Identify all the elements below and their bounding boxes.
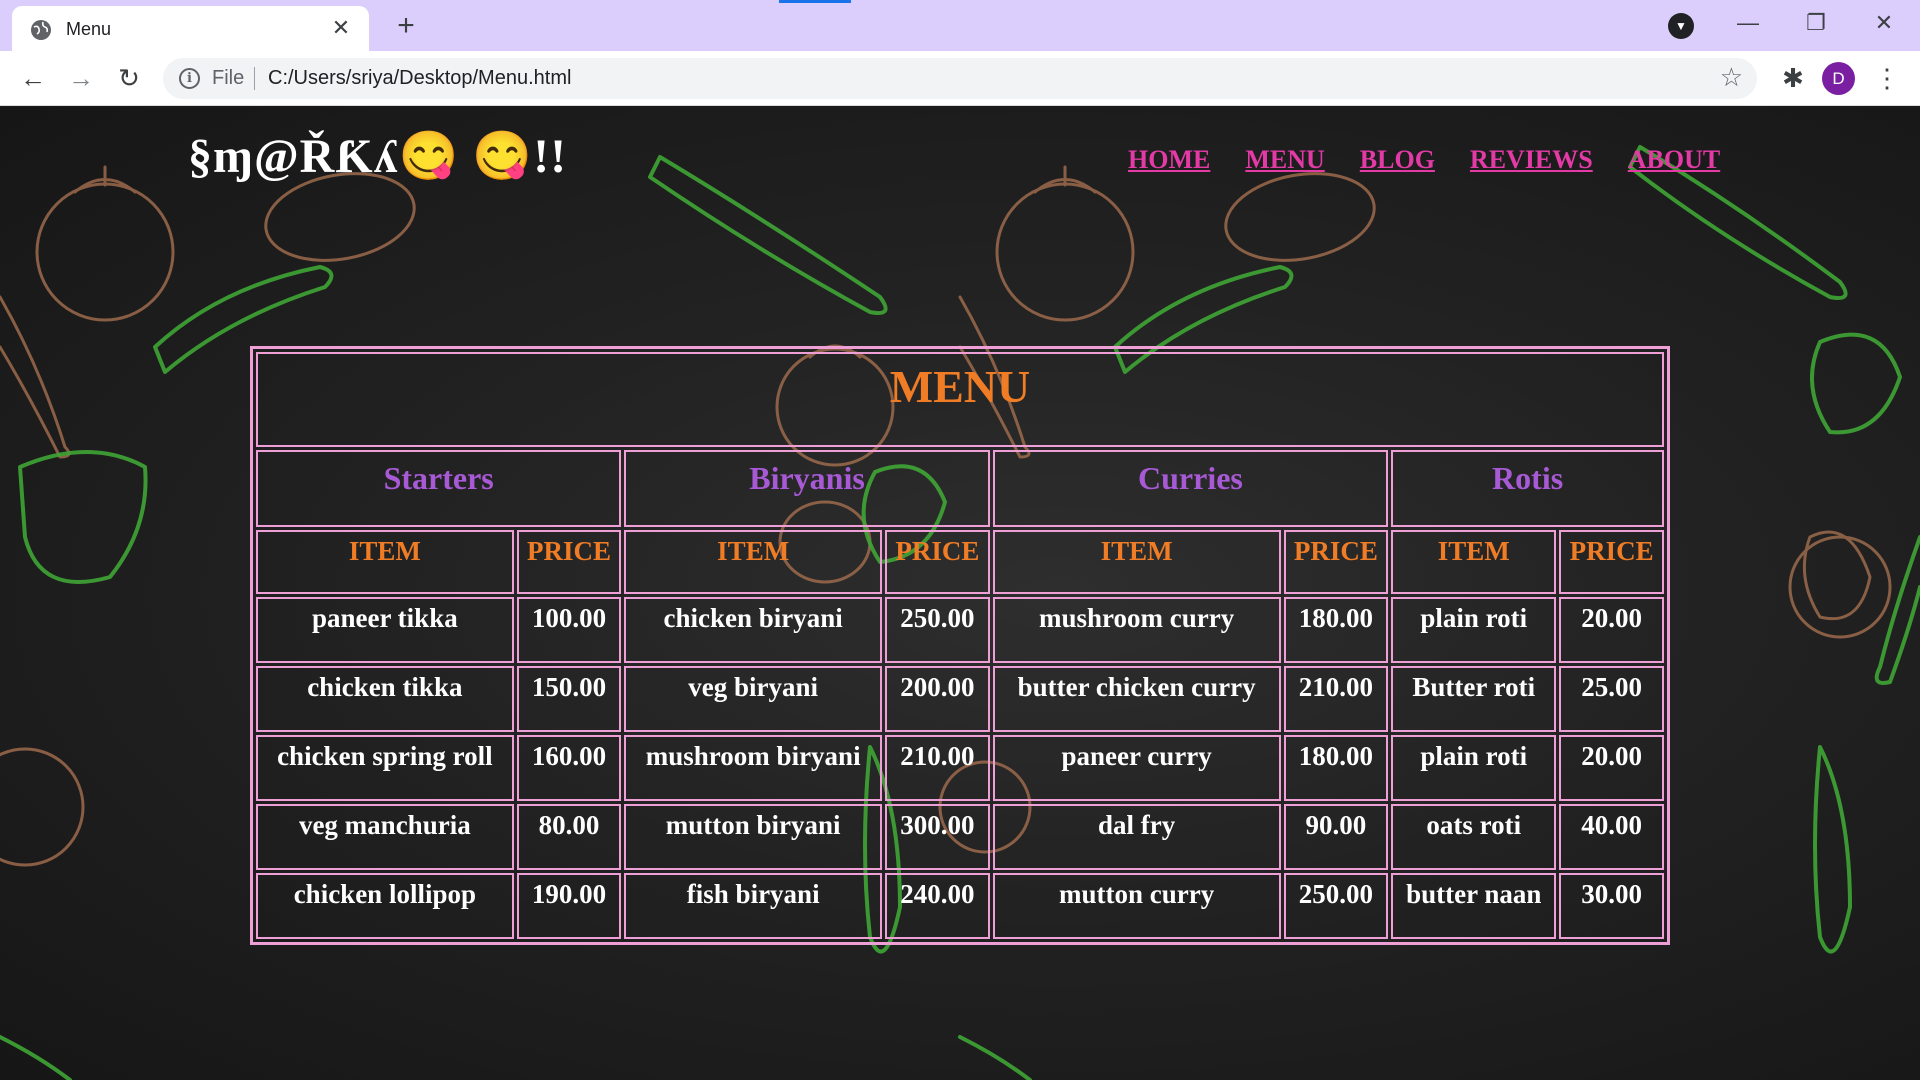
menu-price: 240.00	[885, 873, 990, 939]
back-icon[interactable]: ←	[16, 61, 50, 95]
menu-price: 90.00	[1283, 804, 1389, 870]
globe-icon	[31, 20, 51, 40]
table-row: chicken lollipop 190.00 fish biryani 240…	[256, 873, 1664, 939]
menu-price: 80.00	[516, 804, 622, 870]
item-header: ITEM	[256, 530, 514, 594]
file-label: File	[212, 67, 245, 89]
nav-link-reviews[interactable]: REVIEWS	[1470, 145, 1593, 175]
active-tab[interactable]: Menu ✕	[12, 6, 369, 51]
window-close-icon[interactable]: ✕	[1864, 8, 1904, 40]
forward-icon[interactable]: →	[64, 61, 98, 95]
menu-item: chicken lollipop	[256, 873, 514, 939]
menu-price: 180.00	[1283, 735, 1389, 801]
menu-item: oats roti	[1391, 804, 1557, 870]
table-row: chicken tikka 150.00 veg biryani 200.00 …	[256, 666, 1664, 732]
menu-price: 300.00	[885, 804, 990, 870]
menu-price: 210.00	[1283, 666, 1389, 732]
info-icon[interactable]: i	[179, 68, 200, 89]
menu-item: chicken spring roll	[256, 735, 514, 801]
menu-table: MENU Starters Biryanis Curries Rotis ITE…	[250, 346, 1670, 945]
menu-item: chicken tikka	[256, 666, 514, 732]
price-header: PRICE	[516, 530, 622, 594]
price-header: PRICE	[1559, 530, 1664, 594]
menu-price: 30.00	[1559, 873, 1664, 939]
profile-avatar[interactable]: D	[1822, 62, 1855, 95]
category-rotis: Rotis	[1391, 450, 1664, 527]
table-row: veg manchuria 80.00 mutton biryani 300.0…	[256, 804, 1664, 870]
menu-price: 40.00	[1559, 804, 1664, 870]
menu-item: dal fry	[992, 804, 1281, 870]
menu-price: 100.00	[516, 597, 622, 663]
menu-item: mushroom biryani	[624, 735, 883, 801]
close-tab-icon[interactable]: ✕	[329, 16, 353, 40]
menu-price: 200.00	[885, 666, 990, 732]
category-curries: Curries	[992, 450, 1389, 527]
price-header: PRICE	[1283, 530, 1389, 594]
nav-link-about[interactable]: ABOUT	[1628, 145, 1720, 175]
table-row: chicken spring roll 160.00 mushroom biry…	[256, 735, 1664, 801]
menu-item: fish biryani	[624, 873, 883, 939]
more-menu-icon[interactable]: ⋮	[1874, 61, 1900, 95]
table-row: paneer tikka 100.00 chicken biryani 250.…	[256, 597, 1664, 663]
menu-item: paneer tikka	[256, 597, 514, 663]
menu-item: paneer curry	[992, 735, 1281, 801]
reload-icon[interactable]: ↻	[112, 61, 146, 95]
item-header: ITEM	[992, 530, 1281, 594]
loading-indicator	[779, 0, 851, 3]
item-header: ITEM	[624, 530, 883, 594]
menu-price: 250.00	[885, 597, 990, 663]
tab-search-icon[interactable]: ▼	[1668, 13, 1694, 39]
address-bar[interactable]: i File C:/Users/sriya/Desktop/Menu.html …	[163, 58, 1757, 99]
menu-item: chicken biryani	[624, 597, 883, 663]
menu-item: mushroom curry	[992, 597, 1281, 663]
bookmark-star-icon[interactable]: ☆	[1720, 62, 1743, 93]
menu-item: mutton curry	[992, 873, 1281, 939]
nav-link-blog[interactable]: BLOG	[1360, 145, 1435, 175]
page-viewport: §ɱ@ŘƘʎ😋 😋!! HOME MENU BLOG REVIEWS ABOUT…	[0, 107, 1920, 1080]
menu-price: 25.00	[1559, 666, 1664, 732]
site-nav: HOME MENU BLOG REVIEWS ABOUT	[1128, 145, 1720, 175]
category-starters: Starters	[256, 450, 622, 527]
tab-strip: Menu ✕ + ▼ — ❐ ✕	[0, 0, 1920, 51]
price-header: PRICE	[885, 530, 990, 594]
nav-link-home[interactable]: HOME	[1128, 145, 1210, 175]
divider	[254, 67, 255, 90]
menu-price: 250.00	[1283, 873, 1389, 939]
menu-item: veg biryani	[624, 666, 883, 732]
menu-price: 180.00	[1283, 597, 1389, 663]
menu-price: 20.00	[1559, 597, 1664, 663]
menu-price: 190.00	[516, 873, 622, 939]
menu-item: mutton biryani	[624, 804, 883, 870]
item-header: ITEM	[1391, 530, 1557, 594]
menu-price: 210.00	[885, 735, 990, 801]
menu-title: MENU	[256, 352, 1664, 447]
new-tab-icon[interactable]: +	[390, 11, 422, 44]
menu-item: veg manchuria	[256, 804, 514, 870]
category-biryanis: Biryanis	[624, 450, 990, 527]
nav-link-menu[interactable]: MENU	[1245, 145, 1324, 175]
url-text[interactable]: C:/Users/sriya/Desktop/Menu.html	[268, 67, 571, 90]
menu-item: plain roti	[1391, 597, 1557, 663]
site-logo: §ɱ@ŘƘʎ😋 😋!!	[188, 130, 568, 183]
minimize-icon[interactable]: —	[1728, 8, 1768, 40]
menu-price: 160.00	[516, 735, 622, 801]
menu-item: butter chicken curry	[992, 666, 1281, 732]
menu-item: plain roti	[1391, 735, 1557, 801]
menu-price: 20.00	[1559, 735, 1664, 801]
browser-toolbar: ← → ↻ i File C:/Users/sriya/Desktop/Menu…	[0, 51, 1920, 106]
menu-item: Butter roti	[1391, 666, 1557, 732]
extensions-puzzle-icon[interactable]: ✱	[1776, 61, 1810, 95]
menu-price: 150.00	[516, 666, 622, 732]
restore-icon[interactable]: ❐	[1796, 8, 1836, 40]
menu-item: butter naan	[1391, 873, 1557, 939]
tab-title: Menu	[66, 19, 112, 39]
